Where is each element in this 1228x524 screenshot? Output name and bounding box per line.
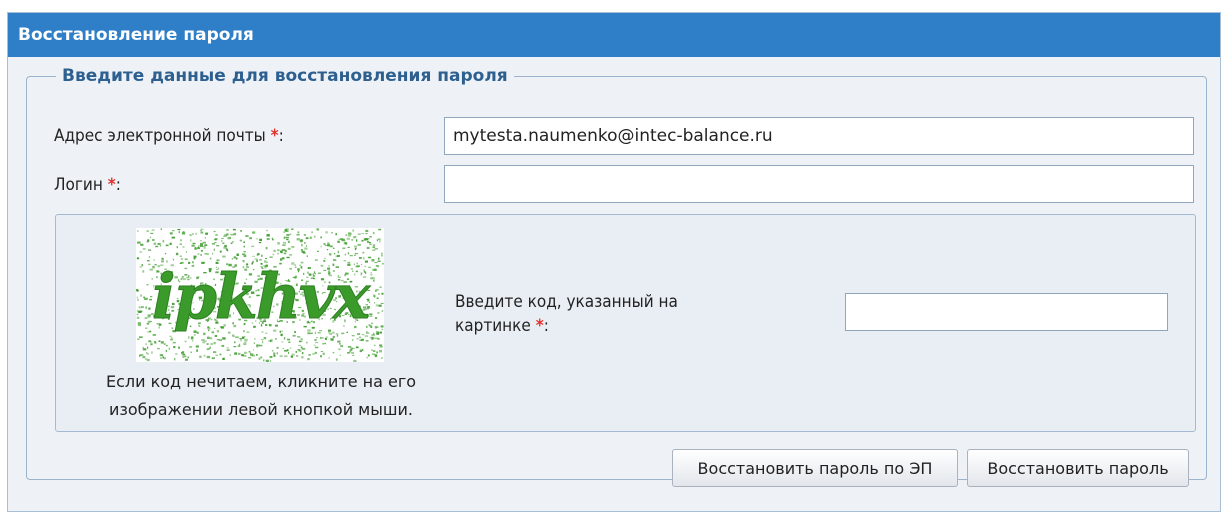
- login-label: Логин: [54, 175, 103, 195]
- captcha-hint-line1: Если код нечитаем, кликните на его: [105, 372, 417, 391]
- label-colon: :: [115, 175, 121, 195]
- label-colon: :: [543, 316, 549, 336]
- login-label-row: Логин *:: [54, 174, 121, 196]
- captcha-input[interactable]: [845, 293, 1168, 331]
- required-mark: *: [270, 126, 279, 146]
- captcha-hint-line2: изображении левой кнопкой мыши.: [108, 400, 414, 419]
- captcha-prompt-line2: картинке: [455, 316, 531, 336]
- email-label-row: Адрес электронной почты *:: [54, 125, 284, 147]
- captcha-code: ipkhvx: [152, 260, 371, 333]
- captcha-hint: Если код нечитаем, кликните на его изобр…: [56, 368, 466, 424]
- label-colon: :: [278, 126, 284, 146]
- email-field[interactable]: [444, 117, 1194, 155]
- restore-by-ep-button[interactable]: Восстановить пароль по ЭП: [672, 449, 958, 487]
- fieldset-legend: Введите данные для восстановления пароля: [56, 64, 514, 88]
- email-label: Адрес электронной почты: [54, 126, 266, 146]
- captcha-prompt-line1: Введите код, указанный на: [455, 292, 678, 312]
- captcha-image[interactable]: ipkhvx: [136, 228, 384, 362]
- restore-password-button[interactable]: Восстановить пароль: [967, 449, 1189, 487]
- required-mark: *: [535, 316, 544, 336]
- required-mark: *: [107, 175, 116, 195]
- login-field[interactable]: [444, 165, 1194, 203]
- panel-title: Восстановление пароля: [8, 13, 1220, 57]
- captcha-prompt: Введите код, указанный на картинке *:: [455, 290, 678, 338]
